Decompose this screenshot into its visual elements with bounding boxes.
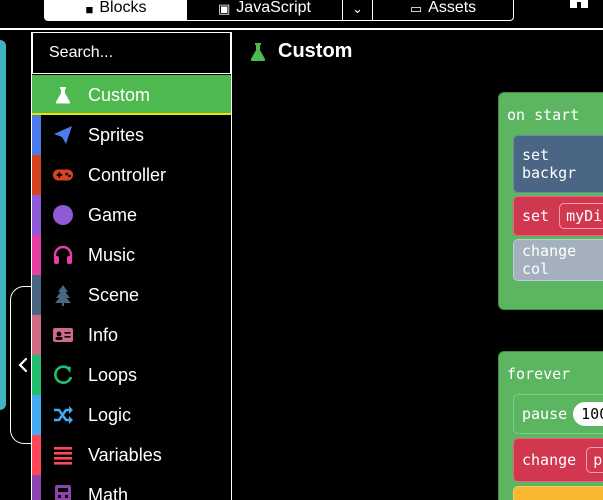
paper-plane-icon [52,124,74,146]
id-card-icon [52,324,74,346]
block-text: set [522,207,550,225]
category-label: Custom [88,85,151,105]
category-sprites[interactable]: Sprites [32,115,231,155]
js-icon: ▣ [218,1,231,16]
category-label: Controller [88,165,167,185]
calculator-icon [52,484,74,500]
category-label: Sprites [88,125,145,145]
forever-label: forever [507,365,571,383]
category-color-bar [32,155,41,195]
category-controller[interactable]: Controller [32,155,231,195]
block-text: change col [522,242,577,278]
change-variable-block[interactable]: change pi [513,438,603,482]
category-color-bar [32,315,41,355]
search-input[interactable] [49,44,256,62]
top-toolbar: ■ Blocks ▣ JavaScript ⌄ ▭ Assets [0,0,603,30]
category-color-bar [32,235,41,275]
toolbox-search [32,32,256,74]
block-toolbox: Custom Sprites Controller Game [31,32,256,500]
category-label: Loops [88,365,138,385]
category-label: Variables [88,445,162,465]
change-color-block[interactable]: change col [513,239,603,281]
category-label: Scene [88,285,140,305]
category-scene[interactable]: Scene [32,275,231,315]
tab-assets[interactable]: ▭ Assets [373,0,513,20]
home-icon[interactable] [568,0,590,8]
category-variables[interactable]: Variables [32,435,231,475]
category-label: Music [88,245,136,265]
category-label: Game [88,205,138,225]
category-color-bar [32,275,41,315]
flask-icon [52,84,74,106]
shuffle-icon [52,404,74,426]
tab-javascript[interactable]: ▣ JavaScript [187,0,343,20]
category-custom[interactable]: Custom [32,75,231,115]
tab-blocks-label: Blocks [99,0,147,16]
set-background-block[interactable]: set backgr [513,135,603,193]
pause-duration-input[interactable]: 100 [573,402,603,426]
set-variable-block[interactable]: set myDig [513,196,603,236]
variable-pill[interactable]: myDig [559,203,603,229]
refresh-icon [52,364,74,386]
headphones-icon [52,244,74,266]
tab-blocks[interactable]: ■ Blocks [45,0,187,20]
gamepad-icon [52,164,74,186]
editor-root: ■ Blocks ▣ JavaScript ⌄ ▭ Assets Search.… [0,0,603,500]
category-info[interactable]: Info [32,315,231,355]
on-start-label: on start [507,106,580,124]
blocks-workspace[interactable]: Custom on start set backgr set myDig cha… [234,32,603,500]
tab-assets-label: Assets [428,0,477,16]
image-icon: ▭ [409,1,423,16]
category-music[interactable]: Music [32,235,231,275]
list-icon [52,444,74,466]
workspace-title: Custom [248,40,352,63]
pause-block[interactable]: pause 100 [513,394,603,434]
category-label: Logic [88,405,132,425]
category-label: Math [88,485,129,500]
on-start-block[interactable]: on start set backgr set myDig change col [498,92,603,310]
category-color-bar [32,395,41,435]
category-math[interactable]: Math [32,475,231,500]
simulator-panel-edge [0,40,6,410]
category-game[interactable]: Game [32,195,231,235]
chevron-left-icon [17,357,27,373]
puzzle-icon: ■ [85,2,94,17]
workspace-title-label: Custom [278,40,353,62]
editor-mode-tabs: ■ Blocks ▣ JavaScript ⌄ ▭ Assets [44,0,514,21]
category-color-bar [32,475,41,500]
next-block[interactable] [513,486,603,500]
chevron-down-icon: ⌄ [352,1,363,16]
flask-icon [250,42,266,61]
block-text: set backgr [522,146,577,182]
category-label: Info [88,325,119,345]
block-text: pause [522,405,568,423]
block-text: change [522,451,577,469]
circle-icon [52,204,74,226]
category-color-bar [32,115,41,155]
category-loops[interactable]: Loops [32,355,231,395]
tab-javascript-label: JavaScript [236,0,311,16]
variable-pill[interactable]: pi [586,447,603,473]
language-dropdown-button[interactable]: ⌄ [343,0,373,20]
forever-block[interactable]: forever pause 100 change pi [498,351,603,500]
category-logic[interactable]: Logic [32,395,231,435]
category-color-bar [32,355,41,395]
tree-icon [52,284,74,306]
category-color-bar [32,195,41,235]
category-color-bar [32,435,41,475]
